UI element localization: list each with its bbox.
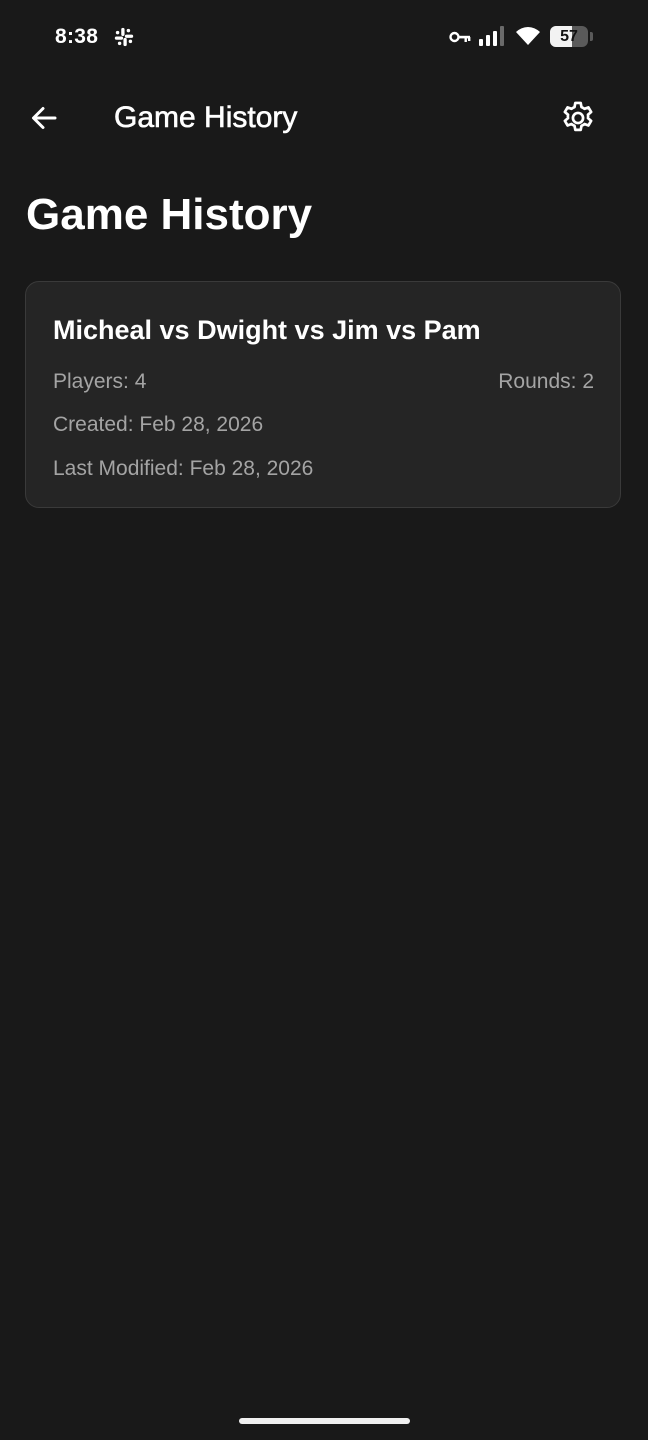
last-modified-date: Last Modified: Feb 28, 2026 <box>53 457 314 480</box>
battery-icon: 57 <box>550 26 594 47</box>
game-history-screen: 8:38 57 Game History Game History Michea… <box>0 0 648 1440</box>
battery-level: 57 <box>560 28 578 45</box>
page-title: Game History <box>26 190 313 239</box>
status-bar: 8:38 57 <box>0 0 648 72</box>
players-count: Players: 4 <box>53 370 147 393</box>
settings-button[interactable] <box>553 93 603 143</box>
home-indicator[interactable] <box>239 1418 410 1424</box>
wifi-icon <box>516 27 540 45</box>
app-bar-title: Game History <box>114 101 298 135</box>
slack-icon <box>114 27 134 47</box>
status-time: 8:38 <box>55 25 99 48</box>
gear-icon <box>563 101 593 132</box>
back-button[interactable] <box>20 94 68 142</box>
game-card[interactable]: Micheal vs Dwight vs Jim vs Pam Players:… <box>25 281 621 508</box>
created-date: Created: Feb 28, 2026 <box>53 413 264 436</box>
arrow-left-icon <box>32 107 57 129</box>
game-title: Micheal vs Dwight vs Jim vs Pam <box>53 315 481 345</box>
key-icon <box>449 31 471 43</box>
app-bar: Game History <box>0 80 648 156</box>
cell-signal-icon <box>479 26 504 46</box>
rounds-count: Rounds: 2 <box>498 370 594 393</box>
